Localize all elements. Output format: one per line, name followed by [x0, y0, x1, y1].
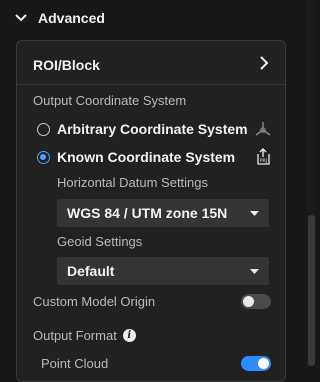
- point-cloud-toggle[interactable]: [241, 355, 271, 371]
- point-cloud-label: Point Cloud: [41, 355, 109, 371]
- output-format-label: Output Format: [33, 328, 117, 343]
- horizontal-datum-settings-label: Horizontal Datum Settings: [57, 175, 209, 190]
- divider: [17, 84, 285, 85]
- custom-model-origin-toggle[interactable]: [241, 293, 271, 309]
- select-value: Default: [67, 263, 115, 279]
- geoid-select[interactable]: Default: [57, 257, 269, 285]
- chevron-down-icon: [14, 13, 28, 23]
- prj-file-icon[interactable]: PRJ: [253, 147, 273, 167]
- toggle-knob: [243, 295, 254, 307]
- point-cloud-row: Point Cloud: [41, 353, 271, 373]
- scrollbar-track[interactable]: [307, 0, 316, 366]
- roi-block-label: ROI/Block: [33, 57, 100, 73]
- custom-model-origin-row: Custom Model Origin: [33, 291, 271, 311]
- chevron-right-icon: [259, 55, 269, 76]
- output-format-header: Output Format i: [33, 328, 136, 343]
- horizontal-datum-select[interactable]: WGS 84 / UTM zone 15N: [57, 199, 269, 227]
- scrollbar-thumb[interactable]: [308, 215, 315, 366]
- prj-icon-text: PRJ: [260, 158, 267, 164]
- select-value: WGS 84 / UTM zone 15N: [67, 205, 228, 221]
- radio-button[interactable]: [37, 122, 50, 136]
- radio-known-coordinate-system[interactable]: Known Coordinate System PRJ: [37, 147, 273, 167]
- output-coordinate-system-label: Output Coordinate System: [33, 93, 187, 108]
- radio-label: Arbitrary Coordinate System: [57, 121, 248, 137]
- radio-button-checked[interactable]: [37, 150, 50, 164]
- section-title: Advanced: [38, 10, 105, 26]
- advanced-panel: ROI/Block Output Coordinate System Arbit…: [16, 40, 286, 382]
- caret-down-icon: [250, 204, 259, 222]
- caret-down-icon: [250, 262, 259, 280]
- toggle-knob: [258, 357, 269, 369]
- arbitrary-axes-icon: [253, 119, 273, 139]
- roi-block-row[interactable]: ROI/Block: [17, 47, 285, 83]
- geoid-settings-label: Geoid Settings: [57, 234, 143, 249]
- radio-arbitrary-coordinate-system[interactable]: Arbitrary Coordinate System: [37, 119, 273, 139]
- info-icon[interactable]: i: [122, 329, 136, 342]
- advanced-section-header[interactable]: Advanced: [14, 8, 105, 28]
- radio-label: Known Coordinate System: [57, 149, 236, 165]
- custom-model-origin-label: Custom Model Origin: [33, 293, 156, 309]
